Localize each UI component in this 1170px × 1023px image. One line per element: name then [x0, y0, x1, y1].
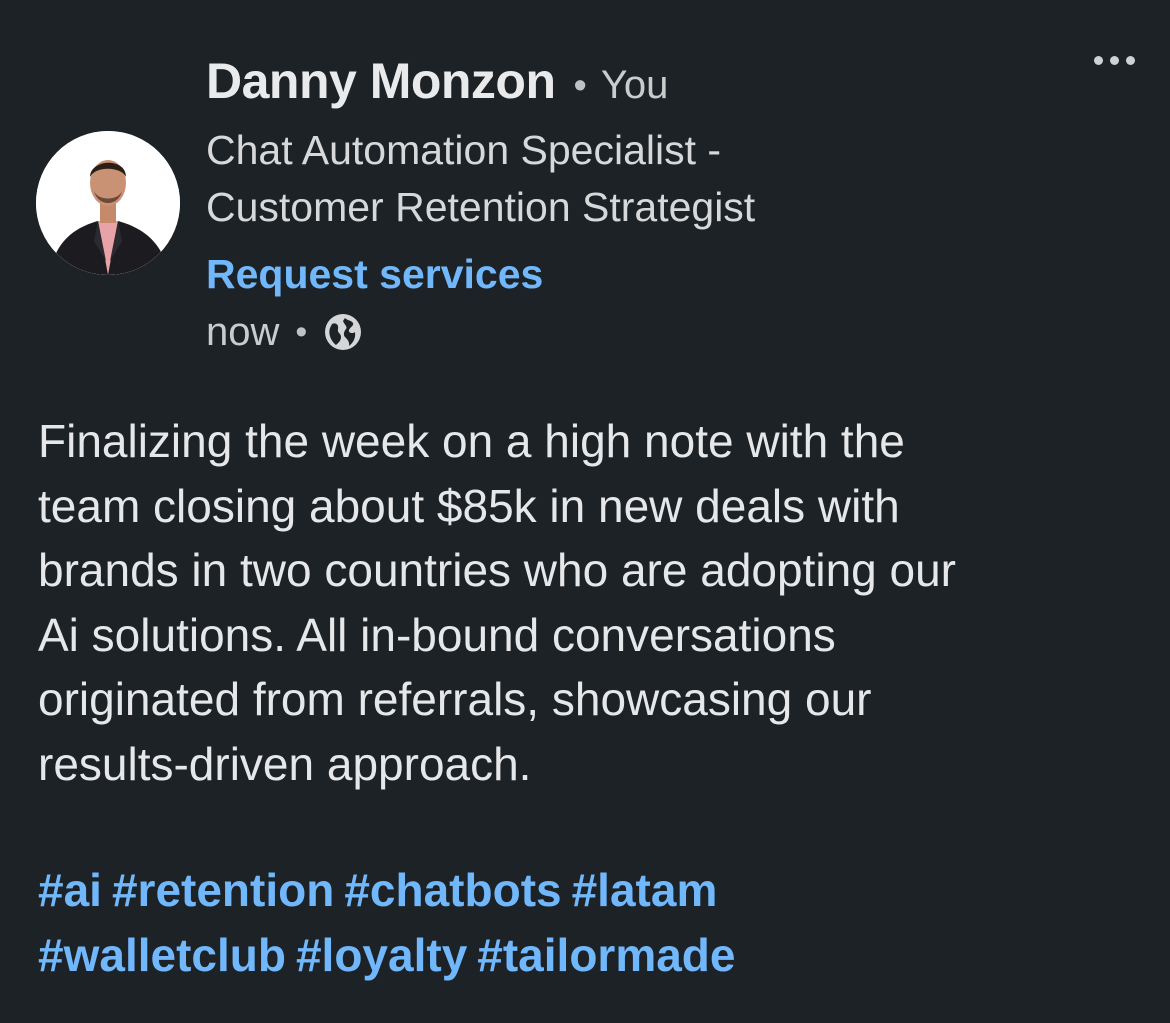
post-text: Finalizing the week on a high note with … — [38, 409, 1148, 796]
hashtag-link[interactable]: #retention — [112, 864, 334, 916]
more-options-icon[interactable] — [1084, 42, 1144, 78]
post-text-line: Ai solutions. All in-bound conversations — [38, 608, 836, 661]
more-dot — [1125, 55, 1135, 65]
post-text-line: team closing about $85k in new deals wit… — [38, 479, 900, 532]
hashtag-link[interactable]: #ai — [38, 864, 102, 916]
connection-degree: You — [600, 63, 669, 107]
hashtag-link[interactable]: #chatbots — [344, 864, 561, 916]
timestamp-separator: • — [295, 312, 308, 351]
author-name-row: Danny Monzon • You — [206, 52, 1066, 118]
more-dot — [1109, 55, 1119, 65]
hashtag-link[interactable]: #loyalty — [296, 929, 467, 981]
author-info: Danny Monzon • You Chat Automation Speci… — [206, 52, 1066, 360]
hashtag-link[interactable]: #walletclub — [38, 929, 286, 981]
avatar[interactable] — [36, 131, 180, 275]
hashtag-list: #ai #retention #chatbots #latam #walletclub… — [38, 858, 1148, 987]
request-services-link[interactable]: Request services — [206, 244, 1066, 304]
hashtag-link[interactable]: #latam — [572, 864, 718, 916]
post-text-line: results-driven approach. — [38, 737, 532, 790]
hashtag-link[interactable]: #tailormade — [477, 929, 735, 981]
name-separator: • — [573, 65, 587, 107]
headline-line: Customer Retention Strategist — [206, 184, 756, 230]
post-text-line: originated from referrals, showcasing ou… — [38, 673, 872, 725]
avatar-photo — [36, 131, 180, 275]
feed-post: Danny Monzon • You Chat Automation Speci… — [0, 0, 1170, 1023]
post-text-line: brands in two countries who are adopting… — [38, 544, 957, 596]
hashtag-line: #ai #retention #chatbots #latam — [38, 858, 1148, 923]
more-dot — [1093, 55, 1103, 65]
headline-line: Chat Automation Specialist - — [206, 127, 722, 173]
author-headline: Chat Automation Specialist - Customer Re… — [206, 122, 1066, 236]
hashtag-line: #walletclub #loyalty #tailormade — [38, 923, 1148, 988]
globe-icon — [323, 312, 363, 352]
post-text-line: Finalizing the week on a high note with … — [38, 415, 905, 467]
post-meta: now • — [206, 304, 1066, 360]
author-name[interactable]: Danny Monzon — [206, 52, 556, 110]
post-timestamp: now — [206, 309, 280, 354]
